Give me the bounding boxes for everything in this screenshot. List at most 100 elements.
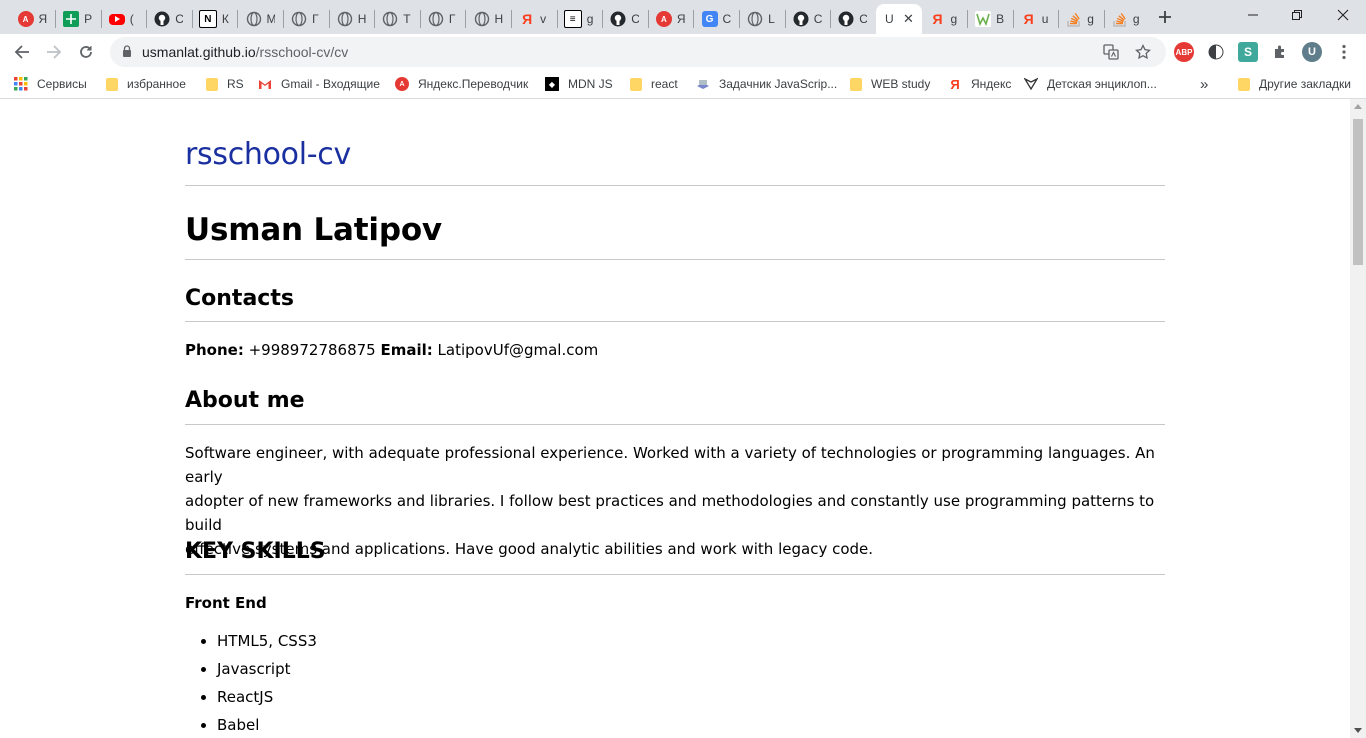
bookmark-item[interactable]: Я Яндекс: [948, 76, 1011, 92]
browser-tab[interactable]: Яv: [512, 4, 556, 34]
github-icon: [793, 11, 809, 27]
bookmark-item[interactable]: Задачник JavaScrip...: [696, 76, 837, 92]
tab-active[interactable]: U ✕: [876, 4, 923, 34]
divider: [185, 574, 1165, 575]
browser-tab[interactable]: В: [968, 4, 1012, 34]
scrollbar-thumb[interactable]: [1353, 119, 1363, 265]
browser-tab[interactable]: Т: [375, 4, 419, 34]
bookmark-label: Задачник JavaScrip...: [719, 77, 838, 91]
tab-title: С: [813, 12, 822, 26]
new-tab-button[interactable]: [1152, 5, 1178, 29]
browser-tab[interactable]: Г: [420, 4, 464, 34]
bookmark-item[interactable]: Gmail - Входящие: [258, 76, 380, 92]
tab-title: Я: [38, 12, 47, 26]
github-icon: [154, 11, 170, 27]
bookmark-item[interactable]: ◆ MDN JS: [545, 76, 613, 92]
restore-button[interactable]: [1274, 0, 1320, 30]
translate-page-icon[interactable]: [1102, 43, 1120, 61]
globe-icon: [337, 11, 353, 27]
bookmark-item[interactable]: избранное: [106, 76, 186, 92]
adblock-extension-icon[interactable]: ABP: [1174, 42, 1194, 62]
dark-mode-extension-icon[interactable]: [1206, 42, 1226, 62]
tab-title: Н: [494, 12, 503, 26]
bookmark-item[interactable]: react: [630, 76, 678, 92]
phone-label: Phone:: [185, 341, 244, 359]
extensions-puzzle-icon[interactable]: [1270, 42, 1290, 62]
browser-tab[interactable]: Яg: [922, 4, 966, 34]
bookmark-item[interactable]: Сервисы: [14, 76, 87, 92]
page-viewport: rsschool-cv Usman Latipov Contacts Phone…: [0, 99, 1350, 738]
browser-tab[interactable]: L: [740, 4, 784, 34]
browser-tab[interactable]: М: [238, 4, 282, 34]
bookmark-label: MDN JS: [568, 77, 613, 91]
contacts-line: Phone: +998972786875 Email: LatipovUf@gm…: [185, 338, 1160, 362]
forward-button[interactable]: [40, 38, 68, 66]
email-label: Email:: [380, 341, 433, 359]
browser-tab[interactable]: ≡ g: [557, 4, 601, 34]
tab-title: С: [175, 12, 184, 26]
bookmark-item[interactable]: RS: [206, 76, 244, 92]
minimize-button[interactable]: [1230, 0, 1276, 30]
browser-tab[interactable]: С: [147, 4, 191, 34]
browser-tab[interactable]: Р: [56, 4, 100, 34]
browser-tab[interactable]: Яu: [1013, 4, 1057, 34]
other-bookmarks-folder[interactable]: Другие закладки: [1238, 76, 1351, 92]
scroll-down-arrow-icon[interactable]: [1354, 728, 1362, 733]
yandex-icon: Я: [950, 76, 960, 92]
bookmark-star-icon[interactable]: [1134, 43, 1152, 61]
phone-value: +998972786875: [248, 341, 376, 359]
browser-tab[interactable]: AЯ: [648, 4, 692, 34]
globe-icon: [428, 11, 444, 27]
close-window-button[interactable]: [1320, 0, 1366, 30]
s-extension-icon[interactable]: S: [1238, 42, 1258, 62]
browser-tab[interactable]: Н: [466, 4, 510, 34]
browser-tab[interactable]: g: [1104, 4, 1148, 34]
bookmark-item[interactable]: WEB study: [850, 76, 930, 92]
browser-tab[interactable]: С: [603, 4, 647, 34]
tab-title: В: [996, 12, 1005, 26]
github-icon: [610, 11, 626, 27]
tab-title: (: [129, 12, 134, 26]
minimize-icon: [1248, 14, 1258, 16]
browser-tab[interactable]: GС: [694, 4, 738, 34]
translate-icon: G: [701, 11, 718, 27]
bookmarks-overflow-button[interactable]: »: [1200, 76, 1208, 93]
browser-tab[interactable]: Г: [284, 4, 328, 34]
bookmark-label: RS: [227, 77, 244, 91]
browser-tab[interactable]: g: [1059, 4, 1103, 34]
scroll-up-arrow-icon[interactable]: [1354, 104, 1362, 109]
browser-tab[interactable]: (: [101, 4, 145, 34]
bookmark-item[interactable]: A Яндекс.Переводчик: [395, 76, 528, 92]
browser-tab[interactable]: Н: [329, 4, 373, 34]
site-title-link[interactable]: rsschool-cv: [185, 137, 351, 172]
skills-heading: KEY SKILLS: [185, 539, 326, 564]
folder-icon: [850, 77, 862, 91]
close-icon: [1337, 9, 1349, 21]
back-button[interactable]: [8, 38, 36, 66]
vertical-scrollbar[interactable]: [1350, 99, 1366, 738]
tab-title: v: [540, 12, 547, 26]
tab-title: u: [1041, 12, 1049, 26]
tab-title: Г: [448, 12, 456, 26]
browser-tab[interactable]: С: [785, 4, 829, 34]
tab-title: С: [722, 12, 731, 26]
abp-icon: A: [17, 11, 34, 27]
abp-icon: A: [655, 11, 672, 27]
profile-avatar[interactable]: U: [1302, 42, 1322, 62]
gmail-icon: [258, 77, 272, 91]
divider: [185, 185, 1165, 186]
address-bar[interactable]: usmanlat.github.io/rsschool-cv/cv: [110, 37, 1166, 67]
book-icon: [696, 77, 710, 91]
menu-kebab-icon[interactable]: [1334, 42, 1354, 62]
bookmark-item[interactable]: Детская энциклоп...: [1024, 76, 1157, 92]
close-tab-icon[interactable]: ✕: [903, 11, 914, 27]
tab-title: g: [950, 12, 958, 26]
browser-tab[interactable]: AЯ: [10, 4, 54, 34]
tab-title: С: [631, 12, 640, 26]
divider: [185, 321, 1165, 322]
reload-button[interactable]: [72, 38, 100, 66]
tab-title: С: [859, 12, 868, 26]
browser-tab[interactable]: NК: [192, 4, 236, 34]
bookmarks-bar: » Другие закладки Сервисы избранное RS Gmai…: [0, 70, 1366, 99]
browser-tab[interactable]: С: [831, 4, 875, 34]
